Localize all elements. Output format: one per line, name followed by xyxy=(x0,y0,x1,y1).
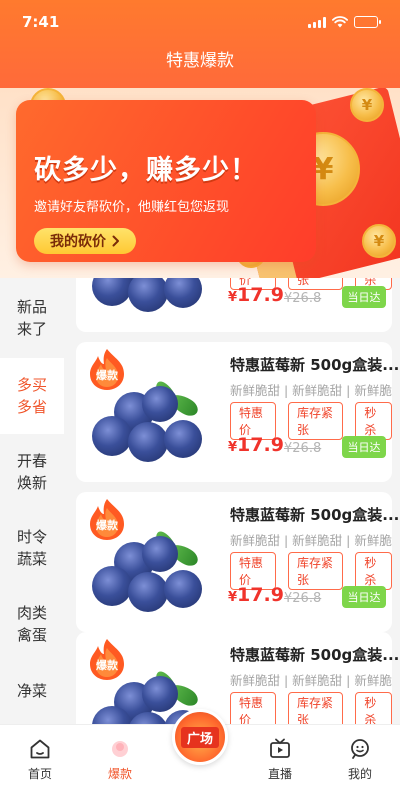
hot-badge-label: 爆款 xyxy=(96,658,119,672)
status-icons xyxy=(308,16,381,28)
original-price: ¥26.8 xyxy=(284,441,322,456)
status-time: 7:41 xyxy=(22,13,60,31)
same-day-delivery-badge: 当日达 xyxy=(342,286,386,308)
tab-live[interactable]: 直播 xyxy=(240,725,320,800)
tab-label: 广场 xyxy=(180,726,219,748)
product-description: 新鲜脆甜 | 新鲜脆甜 | 新鲜脆甜 xyxy=(230,383,392,398)
product-tags: 特惠价库存紧张秒杀 xyxy=(230,692,392,724)
sidebar-item-prepped-vegetables[interactable]: 净菜 xyxy=(0,662,64,720)
product-description: 新鲜脆甜 | 新鲜脆甜 | 新鲜脆甜 xyxy=(230,533,392,548)
plaza-icon: 广场 xyxy=(172,709,228,765)
tag-low-stock: 库存紧张 xyxy=(288,402,344,440)
tag-flash-sale: 秒杀 xyxy=(355,692,392,724)
sidebar-item-new-arrivals[interactable]: 新品 来了 xyxy=(0,278,64,358)
banner-subtitle: 邀请好友帮砍价，他赚红包您返现 xyxy=(34,200,230,215)
cellular-signal-icon xyxy=(308,16,326,28)
price-value: 17.9 xyxy=(237,434,284,456)
tab-label: 我的 xyxy=(347,767,372,781)
tab-hot-deals[interactable]: 爆款 xyxy=(80,725,160,800)
top-header: 7:41 特惠爆款 xyxy=(0,0,400,88)
tag-special-price: 特惠价 xyxy=(230,692,276,724)
tab-label: 直播 xyxy=(267,767,292,781)
sidebar-item-meat-eggs[interactable]: 肉类 禽蛋 xyxy=(0,586,64,662)
banner-headline: 砍多少，赚多少！ xyxy=(34,155,258,186)
original-price: ¥26.8 xyxy=(284,591,322,606)
wifi-icon xyxy=(332,16,348,28)
product-price: ¥17.9 xyxy=(228,584,284,606)
tab-home[interactable]: 首页 xyxy=(0,725,80,800)
sidebar-item-seasonal-vegetables[interactable]: 时令 蔬菜 xyxy=(0,510,64,586)
hot-flame-icon: 爆款 xyxy=(90,349,124,390)
coin-icon: ¥ xyxy=(350,88,384,122)
currency-symbol: ¥ xyxy=(228,590,238,605)
tab-profile[interactable]: 我的 xyxy=(320,725,400,800)
tag-flash-sale: 秒杀 xyxy=(355,552,392,590)
original-price: ¥26.8 xyxy=(284,291,322,306)
battery-icon xyxy=(354,16,381,28)
category-sidebar: 新品 来了 多买 多省 开春 焕新 时令 蔬菜 肉类 禽蛋 净菜 xyxy=(0,278,64,724)
hot-icon xyxy=(112,741,128,757)
tag-flash-sale: 秒杀 xyxy=(355,402,392,440)
product-card[interactable]: 爆款特惠蓝莓新 500g盒装...新鲜脆甜 | 新鲜脆甜 | 新鲜脆甜特惠价库存… xyxy=(76,342,399,482)
product-card[interactable]: 爆款特惠蓝莓新 500g盒装...新鲜脆甜 | 新鲜脆甜 | 新鲜脆甜特惠价库存… xyxy=(76,492,399,632)
price-value: 17.9 xyxy=(237,284,284,306)
chevron-right-icon xyxy=(112,235,119,247)
currency-symbol: ¥ xyxy=(228,440,238,455)
tag-low-stock: 库存紧张 xyxy=(288,278,344,290)
sidebar-item-spring-refresh[interactable]: 开春 焕新 xyxy=(0,434,64,510)
tag-low-stock: 库存紧张 xyxy=(288,552,344,590)
profile-icon xyxy=(351,739,369,759)
product-title[interactable]: 特惠蓝莓新 500g盒装... xyxy=(230,644,399,665)
home-icon xyxy=(30,739,50,759)
page-title: 特惠爆款 xyxy=(166,51,234,71)
tab-label: 爆款 xyxy=(107,767,132,781)
promo-banner[interactable]: ¥ ¥ ¥ ¥ ¥ 砍多少，赚多少！ 邀请好友帮砍价，他赚红包您返现 我的砍价 xyxy=(0,88,400,278)
bottom-tab-bar: 首页 爆款 广场 直播 我的 xyxy=(0,709,400,800)
currency-symbol: ¥ xyxy=(228,290,238,305)
tag-low-stock: 库存紧张 xyxy=(288,692,344,724)
price-value: 17.9 xyxy=(237,584,284,606)
product-description: 新鲜脆甜 | 新鲜脆甜 | 新鲜脆甜 xyxy=(230,673,392,688)
product-card[interactable]: 爆款特惠蓝莓新 500g盒装...新鲜脆甜 | 新鲜脆甜 | 新鲜脆甜特惠价库存… xyxy=(76,278,392,332)
hot-badge-label: 爆款 xyxy=(96,518,119,532)
live-tv-icon xyxy=(270,738,290,758)
coin-icon: ¥ xyxy=(362,224,396,258)
product-price: ¥17.9 xyxy=(228,434,284,456)
product-card[interactable]: 爆款 特惠蓝莓新 500g盒装... 新鲜脆甜 | 新鲜脆甜 | 新鲜脆甜特惠价库存… xyxy=(76,632,399,724)
my-bargain-label: 我的砍价 xyxy=(50,234,106,250)
product-list[interactable]: 爆款特惠蓝莓新 500g盒装...新鲜脆甜 | 新鲜脆甜 | 新鲜脆甜特惠价库存… xyxy=(64,278,400,724)
tab-plaza[interactable]: 广场 xyxy=(160,709,240,800)
product-title[interactable]: 特惠蓝莓新 500g盒装... xyxy=(230,354,399,375)
tab-label: 首页 xyxy=(27,767,52,781)
product-title[interactable]: 特惠蓝莓新 500g盒装... xyxy=(230,504,399,525)
hot-flame-icon: 爆款 xyxy=(90,499,124,540)
product-price: ¥17.9 xyxy=(228,284,284,306)
hot-flame-icon: 爆款 xyxy=(90,639,124,680)
same-day-delivery-badge: 当日达 xyxy=(342,586,386,608)
same-day-delivery-badge: 当日达 xyxy=(342,436,386,458)
my-bargain-button[interactable]: 我的砍价 xyxy=(34,228,136,254)
sidebar-item-buy-more-save-more[interactable]: 多买 多省 xyxy=(0,358,64,434)
hot-badge-label: 爆款 xyxy=(96,368,119,382)
status-bar: 7:41 xyxy=(0,0,400,44)
product-image[interactable] xyxy=(84,278,212,324)
